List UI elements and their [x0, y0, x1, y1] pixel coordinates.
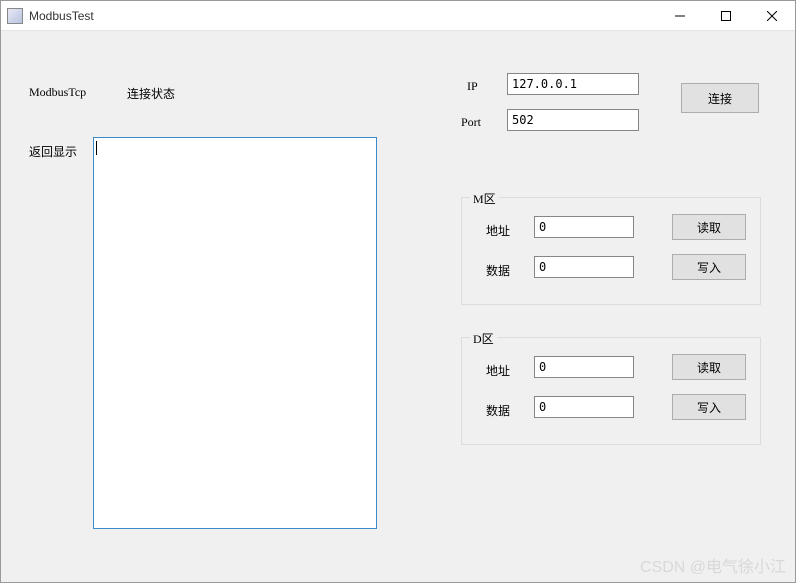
- m-write-button[interactable]: 写入: [672, 254, 746, 280]
- ip-input[interactable]: [507, 73, 639, 95]
- connect-button[interactable]: 连接: [681, 83, 759, 113]
- return-label: 返回显示: [29, 143, 77, 160]
- return-display[interactable]: [93, 137, 377, 529]
- d-read-button[interactable]: 读取: [672, 354, 746, 380]
- m-write-label: 写入: [697, 259, 721, 276]
- port-label: Port: [461, 115, 481, 130]
- minimize-button[interactable]: [657, 1, 703, 31]
- client-area: ModbusTcp 连接状态 返回显示 IP Port 连接 M区 地址 读取 …: [1, 31, 795, 582]
- maximize-button[interactable]: [703, 1, 749, 31]
- d-addr-label: 地址: [486, 362, 510, 379]
- d-addr-input[interactable]: [534, 356, 634, 378]
- d-read-label: 读取: [697, 359, 721, 376]
- ip-label: IP: [467, 79, 478, 94]
- d-data-input[interactable]: [534, 396, 634, 418]
- d-write-button[interactable]: 写入: [672, 394, 746, 420]
- m-read-button[interactable]: 读取: [672, 214, 746, 240]
- app-icon: [7, 8, 23, 24]
- m-read-label: 读取: [697, 219, 721, 236]
- m-addr-input[interactable]: [534, 216, 634, 238]
- watermark: CSDN @电气徐小江: [640, 553, 786, 577]
- window-controls: [657, 1, 795, 31]
- d-zone-group: D区 地址 读取 数据 写入: [461, 337, 761, 445]
- titlebar: ModbusTest: [1, 1, 795, 31]
- connect-button-label: 连接: [708, 90, 732, 107]
- d-write-label: 写入: [697, 399, 721, 416]
- window-title: ModbusTest: [29, 9, 657, 23]
- m-addr-label: 地址: [486, 222, 510, 239]
- text-cursor: [96, 141, 97, 155]
- m-zone-group: M区 地址 读取 数据 写入: [461, 197, 761, 305]
- m-data-input[interactable]: [534, 256, 634, 278]
- port-input[interactable]: [507, 109, 639, 131]
- d-data-label: 数据: [486, 402, 510, 419]
- close-button[interactable]: [749, 1, 795, 31]
- status-label: 连接状态: [127, 85, 175, 102]
- window: ModbusTest ModbusTcp 连接状态 返回显示 IP Port: [0, 0, 796, 583]
- protocol-label: ModbusTcp: [29, 85, 86, 100]
- m-data-label: 数据: [486, 262, 510, 279]
- m-zone-title: M区: [470, 190, 499, 207]
- d-zone-title: D区: [470, 330, 497, 347]
